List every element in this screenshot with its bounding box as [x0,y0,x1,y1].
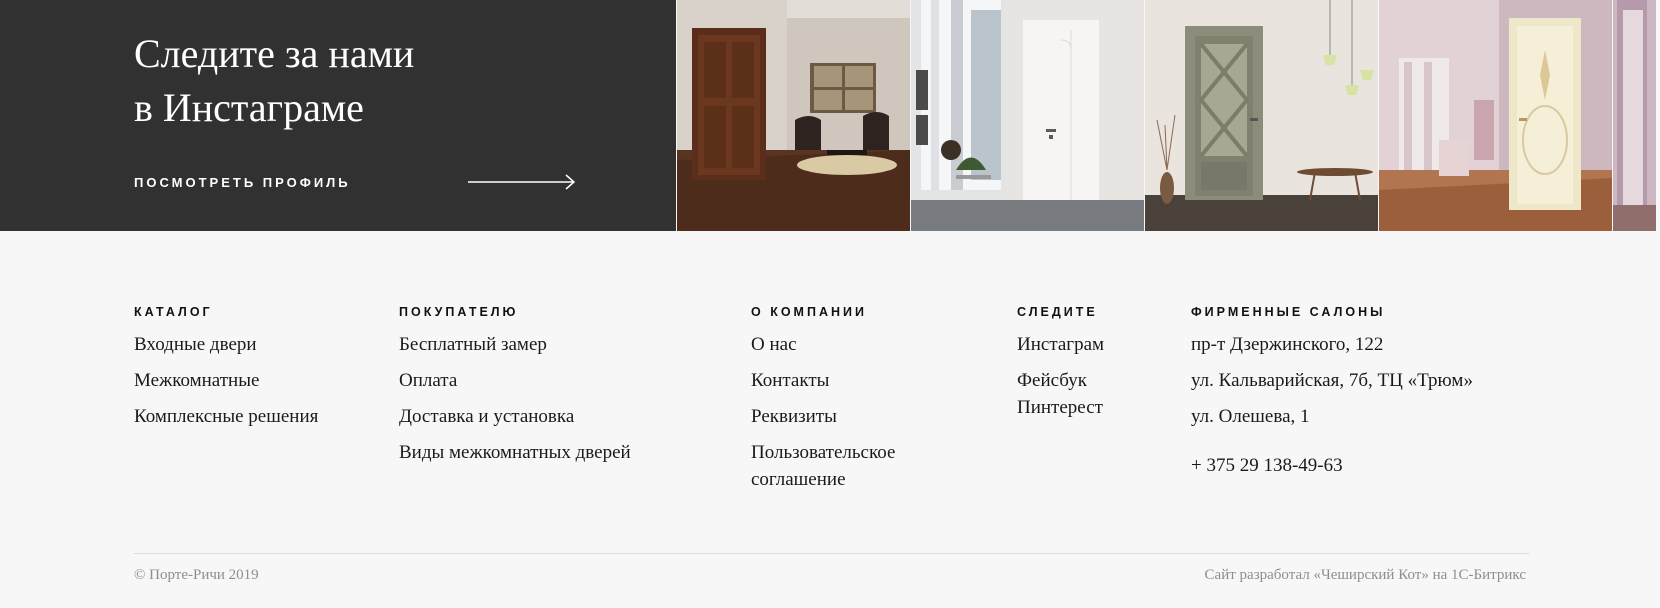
footer-salon-address-1: пр-т Дзержинского, 122 [1191,334,1384,355]
instagram-section: Следите за нами в Инстаграме ПОСМОТРЕТЬ … [0,0,1660,231]
footer-salon-address-2: ул. Кальварийская, 7б, ТЦ «Трюм» [1191,370,1473,391]
view-profile-label: ПОСМОТРЕТЬ ПРОФИЛЬ [134,174,351,190]
footer-link-facebook[interactable]: Фейсбук [1017,367,1104,394]
footer-copyright: © Порте-Ричи 2019 [134,567,259,583]
footer-list-follow: Инстаграм Фейсбук Пинтерест [1017,331,1104,421]
footer-heading-company: О КОМПАНИИ [751,305,867,319]
footer-list-salons: пр-т Дзержинского, 122 ул. Кальварийская… [1191,331,1473,430]
footer-link-user-agreement[interactable]: Пользовательское соглашение [751,439,951,493]
instagram-photo-4[interactable] [1379,0,1612,231]
footer-link-interior-doors[interactable]: Межкомнатные [134,367,318,394]
footer-divider [134,553,1529,554]
footer-list-buyer: Бесплатный замер Оплата Доставка и устан… [399,331,631,466]
footer-developer-link[interactable]: Сайт разработал «Чеширский Кот» на 1С-Би… [1205,567,1526,584]
footer-col-catalog: КАТАЛОГ Входные двери Межкомнатные Компл… [134,305,318,439]
footer-col-salons: ФИРМЕННЫЕ САЛОНЫ пр-т Дзержинского, 122 … [1191,305,1473,479]
footer-col-follow: СЛЕДИТЕ Инстаграм Фейсбук Пинтерест [1017,305,1104,430]
footer-link-requisites[interactable]: Реквизиты [751,403,951,430]
arrow-right-icon [468,174,576,190]
footer-link-instagram[interactable]: Инстаграм [1017,331,1104,358]
footer-link-delivery[interactable]: Доставка и установка [399,403,631,430]
footer-link-free-measure[interactable]: Бесплатный замер [399,331,631,358]
footer-link-payment[interactable]: Оплата [399,367,631,394]
footer-link-entrance-doors[interactable]: Входные двери [134,331,318,358]
instagram-photo-5[interactable] [1613,0,1656,231]
footer-list-company: О нас Контакты Реквизиты Пользовательско… [751,331,951,493]
footer-link-complex-solutions[interactable]: Комплексные решения [134,403,318,430]
instagram-photo-3[interactable] [1145,0,1378,231]
footer-list-catalog: Входные двери Межкомнатные Комплексные р… [134,331,318,430]
footer-heading-salons: ФИРМЕННЫЕ САЛОНЫ [1191,305,1386,319]
site-footer: КАТАЛОГ Входные двери Межкомнатные Компл… [0,231,1660,608]
footer-link-pinterest[interactable]: Пинтерест [1017,394,1104,421]
view-profile-link[interactable]: ПОСМОТРЕТЬ ПРОФИЛЬ [134,174,576,190]
footer-col-company: О КОМПАНИИ О нас Контакты Реквизиты Поль… [751,305,951,502]
footer-link-door-types[interactable]: Виды межкомнатных дверей [399,439,631,466]
footer-heading-buyer: ПОКУПАТЕЛЮ [399,305,519,319]
instagram-photo-2[interactable] [911,0,1144,231]
footer-col-buyer: ПОКУПАТЕЛЮ Бесплатный замер Оплата Доста… [399,305,631,475]
footer-phone-link[interactable]: + 375 29 138-49-63 [1191,452,1473,479]
footer-link-about[interactable]: О нас [751,331,951,358]
instagram-title-line2: в Инстаграме [134,85,364,130]
instagram-photo-1[interactable] [677,0,910,231]
footer-salon-address-3: ул. Олешева, 1 [1191,406,1310,427]
footer-heading-catalog: КАТАЛОГ [134,305,213,319]
instagram-title: Следите за нами в Инстаграме [134,27,414,135]
instagram-title-line1: Следите за нами [134,31,415,76]
footer-heading-follow: СЛЕДИТЕ [1017,305,1098,319]
instagram-panel: Следите за нами в Инстаграме ПОСМОТРЕТЬ … [0,0,676,231]
footer-link-contacts[interactable]: Контакты [751,367,951,394]
instagram-photos [676,0,1660,231]
